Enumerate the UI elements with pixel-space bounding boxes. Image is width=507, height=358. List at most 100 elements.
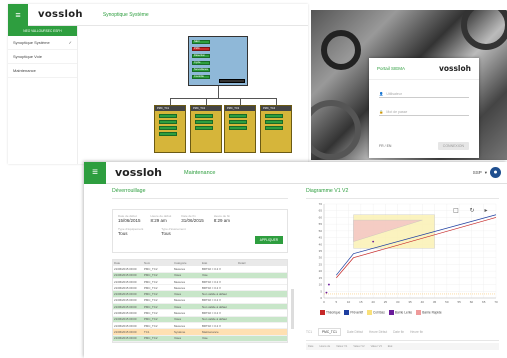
scatter-point: [372, 240, 375, 243]
y-tick-label: 70: [319, 202, 323, 206]
column-header[interactable]: Nom: [143, 261, 173, 265]
sidebar-header: NEO VALLOURSEC ESFH: [8, 26, 77, 36]
root-tag: Détection: [192, 54, 210, 58]
table-cell: BRT02 = 0.2 V: [202, 266, 221, 271]
legend-swatch: [344, 310, 350, 315]
column-header[interactable]: Détail: [237, 261, 275, 265]
column-header[interactable]: Heure de: [319, 345, 330, 348]
column-header[interactable]: Valeur V1: [336, 345, 347, 348]
child-title: PMC_TC3: [225, 106, 255, 111]
synoptique-topbar: ≡ vossloh Synoptique Système: [8, 3, 308, 26]
gear-decoration: [461, 10, 507, 50]
child-node[interactable]: PMC_TC2: [190, 105, 222, 153]
y-tick-label: 65: [319, 209, 323, 213]
table-cell: BRT02 = 0.2 V: [202, 279, 221, 284]
y-tick-label: 45: [319, 236, 323, 240]
sidebar-item-synoptique-systeme[interactable]: Synoptique Système ✓: [8, 36, 77, 50]
filter-tabs: TC1 PMC_TC1 Date Début Heure Début Date fin H…: [306, 328, 499, 341]
table-cell: 21/06/2015 09:00: [114, 329, 137, 334]
user-menu[interactable]: SSP ▾ ●: [473, 167, 501, 178]
legend-label: Coll Bas: [372, 310, 385, 315]
apply-button[interactable]: APPLIQUER: [254, 236, 283, 244]
tab-item[interactable]: Date Début: [347, 330, 363, 334]
user-label: SSP: [472, 170, 482, 175]
end-date-field[interactable]: Date de fin 31/06/2015: [181, 214, 204, 223]
end-time-field[interactable]: Heure de fin 8:29 am: [214, 214, 230, 223]
table-row[interactable]: 21/06/2015 09:00 PMC_TC2 Voies Voie: [113, 335, 287, 342]
connector-line: [170, 98, 276, 99]
password-field[interactable]: 🔒 Mot de passe: [379, 106, 469, 116]
maintenance-topbar: ≡ vossloh Maintenance SSP ▾ ●: [84, 162, 507, 184]
chart-legend: Théorique Préventif Coll Bas Barrie Lente Ba…: [320, 310, 442, 315]
sidebar-item-label: Maintenance: [13, 68, 36, 73]
table-cell: Voie: [202, 336, 208, 341]
column-header[interactable]: Catégorie: [173, 261, 201, 265]
root-node[interactable]: NEO PMC Détection Cycle Surveillance Con…: [188, 36, 248, 86]
tab-item[interactable]: Date fin: [393, 330, 404, 334]
tab-item[interactable]: Heure Début: [369, 330, 387, 334]
chart-tool-icon: ▸: [484, 207, 487, 214]
lock-icon: 🔒: [379, 110, 384, 114]
synoptique-sidebar: NEO VALLOURSEC ESFH Synoptique Système ✓ …: [8, 26, 78, 164]
table-cell: 21/06/2015 09:00: [114, 292, 137, 297]
y-tick-label: 0: [320, 296, 322, 300]
child-tag: [265, 120, 283, 124]
sidebar-item-maintenance[interactable]: Maintenance: [8, 64, 77, 78]
equipment-select[interactable]: Type d'équipement Tous: [118, 227, 143, 236]
gear-decoration: [311, 100, 361, 160]
child-tag: [229, 126, 247, 130]
table-cell: BRT02 = 0.2 V: [202, 323, 221, 328]
x-tick-label: 45: [433, 300, 437, 304]
child-node[interactable]: PMC_TC3: [224, 105, 256, 153]
synoptique-menu-icon[interactable]: ≡: [8, 3, 28, 26]
language-switch[interactable]: FR / EN: [379, 144, 391, 148]
username-field[interactable]: 👤 Utilisateur: [379, 88, 469, 98]
column-header[interactable]: Date: [308, 345, 313, 348]
connector-line: [206, 98, 207, 105]
table-cell: PMC_TC2: [144, 323, 158, 328]
root-tag: Contrôle: [192, 75, 210, 79]
y-tick-label: 60: [319, 215, 323, 219]
table-cell: 21/06/2015 09:00: [114, 285, 137, 290]
table-cell: PMC_TC2: [144, 336, 158, 341]
y-tick-label: 15: [319, 276, 323, 280]
y-tick-label: 25: [319, 262, 323, 266]
legend-swatch: [388, 310, 394, 315]
table-cell: Non valide à défaut: [202, 304, 227, 309]
child-tag: [229, 114, 247, 118]
table-cell: BRT02 = 0.2 V: [202, 311, 221, 316]
table-scrollbar[interactable]: [291, 289, 294, 329]
legend-swatch: [320, 310, 325, 315]
y-tick-label: 40: [319, 242, 323, 246]
sidebar-item-synoptique-voie[interactable]: Synoptique Voie: [8, 50, 77, 64]
root-tag: NEO: [192, 40, 210, 44]
avatar-icon[interactable]: ●: [490, 167, 501, 178]
legend-item: Barrie Rapide: [416, 310, 442, 315]
tab-item[interactable]: TC1: [306, 330, 312, 334]
table-cell: Mesures: [174, 285, 186, 290]
x-tick-label: 70: [494, 300, 498, 304]
connect-button[interactable]: CONNEXION: [437, 142, 469, 150]
table-cell: PMC_TC2: [144, 285, 158, 290]
table-cell: PMC_TC2: [144, 279, 158, 284]
column-header[interactable]: Date: [113, 261, 143, 265]
table-cell: Mesures: [174, 311, 186, 316]
child-node[interactable]: PMC_TC1: [154, 105, 186, 153]
filter-card: Date de début 15/06/2015 Heure de début 8:…: [112, 209, 288, 253]
x-tick-label: 5: [335, 300, 337, 304]
column-header[interactable]: Valeur V3: [371, 345, 382, 348]
column-header[interactable]: Etat: [388, 345, 393, 348]
child-title: PMC_TC4: [261, 106, 291, 111]
start-date-field[interactable]: Date de début 15/06/2015: [118, 214, 141, 223]
column-header[interactable]: Valeur V2: [353, 345, 364, 348]
sidebar-item-label: Synoptique Voie: [13, 54, 42, 59]
tab-item[interactable]: Heure fin: [410, 330, 423, 334]
hamburger-menu-icon[interactable]: ≡: [84, 162, 106, 184]
column-header[interactable]: Etat: [201, 261, 237, 265]
event-select[interactable]: Type d'événement Tous: [161, 227, 185, 236]
tab-item[interactable]: PMC_TC1: [318, 328, 341, 336]
y-tick-label: 20: [319, 269, 323, 273]
start-time-field[interactable]: Heure de début 8:29 am: [151, 214, 172, 223]
connector-line: [240, 98, 241, 105]
child-node[interactable]: PMC_TC4: [260, 105, 292, 153]
